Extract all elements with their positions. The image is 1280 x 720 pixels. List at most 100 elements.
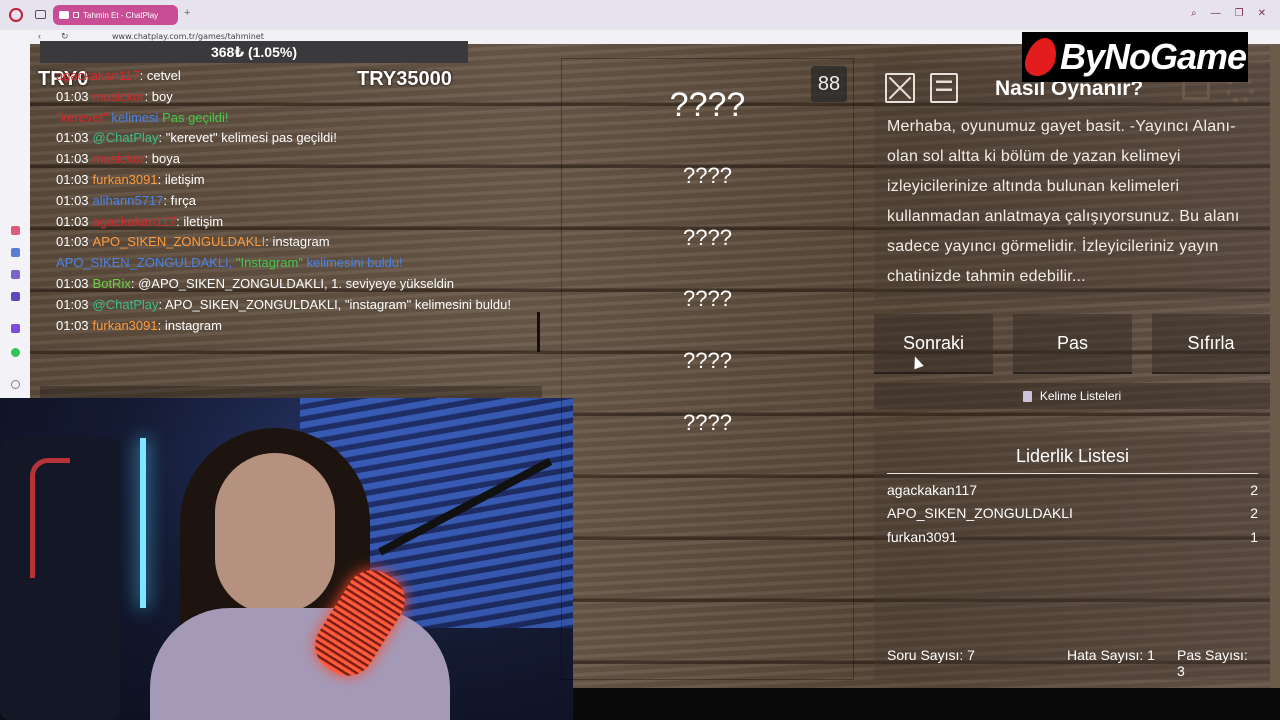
chat-separator: : [130, 275, 139, 291]
minimize-button[interactable]: — [1211, 8, 1221, 19]
close-button[interactable]: ✕ [1258, 8, 1266, 19]
clock-icon[interactable] [11, 380, 20, 389]
chat-username[interactable]: furkan3091 [93, 318, 158, 333]
chat-username[interactable]: alihann5717 [93, 193, 164, 208]
whatsapp-icon[interactable] [11, 348, 20, 357]
chat-message: 01:03 BotRix: @APO_SIKEN_ZONGULDAKLI, 1. … [56, 274, 536, 295]
chat-text: boya [151, 151, 180, 167]
chat-separator: : [144, 151, 152, 167]
chat-text: @APO_SIKEN_ZONGULDAKLI, 1. seviyeye yüks… [138, 275, 455, 291]
chat-input-area [40, 386, 542, 398]
speaker-icon[interactable] [73, 12, 79, 18]
maximize-button[interactable]: ❐ [1235, 8, 1244, 19]
next-button[interactable]: Sonraki [874, 314, 993, 374]
pass-count: Pas Sayısı: 3 [1177, 647, 1248, 679]
forbidden-word: ???? [683, 410, 732, 435]
chat-text: boy [151, 88, 173, 104]
chat-username[interactable]: BotRix [93, 276, 131, 291]
chat-message: 01:03 agackakan117: iletişim [56, 212, 536, 233]
progress-text: 368₺ (1.05%) [210, 43, 297, 60]
search-icon[interactable]: ⌕ [1191, 8, 1197, 19]
chat-username[interactable]: agackakan117 [93, 214, 177, 229]
chat-message: 01:03 APO_SIKEN_ZONGULDAKLI: instagram [56, 232, 536, 253]
chat-message: 01:03 musickor: boy [56, 87, 536, 108]
sidebar-app-icon[interactable] [11, 292, 20, 301]
chat-message: agackakan117: cetvel [56, 66, 536, 87]
cam-chair-trim [30, 458, 70, 578]
sidebar-app-icon[interactable] [11, 248, 20, 257]
donation-progress: 368₺ (1.05%) [40, 41, 468, 63]
chat-time: 01:03 [56, 151, 89, 167]
chat-username[interactable]: furkan3091 [93, 172, 158, 187]
bynogame-mark-icon [1021, 38, 1061, 76]
chat-username[interactable]: musickor [93, 89, 145, 104]
tab-island-icon[interactable] [35, 10, 46, 19]
chat-text: iletişim [164, 171, 205, 187]
reset-button[interactable]: Sıfırla [1152, 314, 1270, 374]
fullscreen-icon[interactable] [885, 73, 915, 103]
chat-text: APO_SIKEN_ZONGULDAKLI, "instagram" kelim… [165, 296, 511, 312]
logo-text: ByNoGame [1060, 36, 1247, 77]
chat-message: 01:03 alihann5717: fırça [56, 191, 536, 212]
cam-person-hoodie [150, 608, 450, 720]
chat-time: 01:03 [56, 296, 89, 312]
opera-logo-icon[interactable] [9, 8, 23, 22]
chat-separator: : [144, 88, 152, 104]
chat-username[interactable]: "kerevet" [56, 110, 108, 125]
tab-favicon-icon [59, 11, 69, 19]
bottom-strip [572, 688, 1280, 720]
howto-text: Merhaba, oyunumuz gayet basit. -Yayıncı … [887, 118, 1240, 285]
chat-message: "kerevet" kelimesi Pas geçildi! [56, 108, 536, 129]
url-text[interactable]: www.chatplay.com.tr/games/tahminet [112, 32, 264, 41]
chat-username[interactable]: APO_SIKEN_ZONGULDAKLI [93, 234, 266, 249]
chat-username[interactable]: agackakan117 [56, 68, 140, 83]
window-controls: ⌕ — ❐ ✕ [1191, 8, 1266, 19]
chat-time: 01:03 [56, 130, 89, 146]
leader-name: agackakan117 [887, 482, 978, 498]
leaderboard-title: Liderlik Listesi [887, 446, 1258, 474]
chat-username[interactable]: musickor [93, 151, 145, 166]
chat-message: 01:03 @ChatPlay: APO_SIKEN_ZONGULDAKLI, "… [56, 295, 536, 316]
twitch-icon[interactable] [11, 324, 20, 333]
chat-separator: : [157, 171, 165, 187]
chat-text: instagram [272, 234, 330, 250]
leader-name: APO_SIKEN_ZONGULDAKLI [887, 505, 1073, 521]
chat-text: iletişim [183, 213, 224, 229]
chat-username[interactable]: APO_SIKEN_ZONGULDAKLI, [56, 255, 236, 270]
chat-message: 01:03 musickor: boya [56, 149, 536, 170]
chat-text: instagram [164, 317, 222, 333]
pass-button[interactable]: Pas [1013, 314, 1132, 374]
chat-text: Pas geçildi! [162, 109, 229, 125]
new-tab-button[interactable]: + [184, 7, 190, 19]
page-edge [1270, 44, 1280, 720]
chat-message: 01:03 furkan3091: iletişim [56, 170, 536, 191]
word-lists-button[interactable]: Kelime Listeleri [874, 383, 1270, 409]
chat-username[interactable]: @ChatPlay [93, 297, 159, 312]
chat-text: kelimesini buldu! [302, 255, 403, 271]
sidebar-app-icon[interactable] [11, 226, 20, 235]
browser-tab-active[interactable]: Tahmin Et - ChatPlay [53, 5, 178, 25]
leader-name: furkan3091 [887, 529, 958, 545]
chat-time: 01:03 [56, 213, 89, 229]
chat-scrollbar[interactable] [537, 312, 540, 352]
question-count: Soru Sayısı: 7 [887, 647, 975, 663]
forbidden-word: ???? [683, 163, 732, 188]
document-icon [1022, 390, 1032, 402]
chat-time: 01:03 [56, 192, 89, 208]
chat-time: 01:03 [56, 234, 89, 250]
chat-username[interactable]: @ChatPlay [93, 130, 159, 145]
leaderboard-row: APO_SIKEN_ZONGULDAKLI 2 [887, 505, 1258, 521]
forbidden-word: ???? [683, 225, 732, 250]
chat-messages: agackakan117: cetvel 01:03 musickor: boy "k… [56, 66, 536, 336]
chat-separator: : [163, 192, 171, 208]
tab-title: Tahmin Et - ChatPlay [83, 10, 159, 20]
chat-time: 01:03 [56, 88, 89, 104]
list-icon[interactable] [930, 73, 958, 103]
cam-person-face [215, 453, 335, 613]
chat-separator: : [157, 317, 165, 333]
chat-text: "kerevet" kelimesi pas geçildi! [165, 130, 337, 146]
browser-sidebar [0, 30, 30, 400]
sidebar-app-icon[interactable] [11, 270, 20, 279]
webcam-overlay [0, 398, 573, 720]
chat-message: 01:03 @ChatPlay: "kerevet" kelimesi pas g… [56, 128, 536, 149]
